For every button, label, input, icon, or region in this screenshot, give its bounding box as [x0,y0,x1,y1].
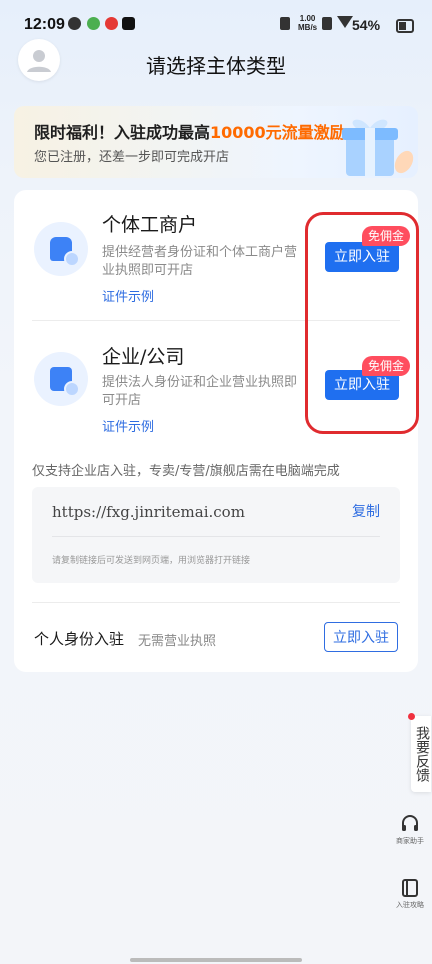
certificate-example-link[interactable]: 证件示例 [102,286,154,305]
divider [32,602,400,603]
merchant-url: https://fxg.jinritemai.com [52,503,245,521]
app-notification-icon [87,17,100,30]
feedback-button[interactable]: 我要反馈 [411,716,431,792]
weibo-icon [105,17,118,30]
gift-box-icon [342,119,414,176]
merchant-assistant-label: 商家助手 [396,837,424,845]
network-speed: 1.00 MB/s [298,14,317,32]
banner-title-highlight: 10000元流量激励 [210,123,346,142]
battery-percent: 54% [352,17,381,33]
network-speed-unit: MB/s [298,23,318,32]
status-time: 12:09 [24,16,65,33]
nfc-icon [322,17,332,30]
banner-subtitle: 您已注册，还差一步即可完成开店 [34,150,230,165]
url-box: https://fxg.jinritemai.com 复制 请复制链接后可发送到… [32,487,400,583]
banner-title: 限时福利！入驻成功最高10000元流量激励 [34,119,346,143]
option-title: 企业/公司 [102,346,185,368]
home-indicator[interactable] [130,958,302,962]
personal-entry-title: 个人身份入驻 [34,630,125,648]
option-description: 提供经营者身份证和个体工商户营业执照即可开店 [102,245,298,278]
entry-guide-button[interactable]: 入驻攻略 [390,876,430,916]
merchant-assistant-button[interactable]: 商家助手 [390,812,430,852]
battery-icon [396,19,414,33]
headset-icon [402,815,418,831]
personal-entry-subtitle: 无需营业执照 [138,634,217,649]
vibrate-icon [280,17,290,30]
notification-dot [408,713,415,720]
promo-banner[interactable]: 限时福利！入驻成功最高10000元流量激励 您已注册，还差一步即可完成开店 [14,106,418,178]
divider [52,536,380,537]
tiktok-icon [122,17,135,30]
entry-guide-label: 入驻攻略 [396,901,424,909]
copy-button[interactable]: 复制 [352,501,380,521]
option-title: 个体工商户 [102,214,198,236]
annotation-highlight-box [305,212,419,434]
page-title: 请选择主体类型 [146,54,286,78]
url-hint: 请复制链接后可发送到网页端，用浏览器打开链接 [52,556,251,566]
network-speed-value: 1.00 [299,14,316,23]
enterprise-note: 仅支持企业店入驻，专卖/专营/旗舰店需在电脑端完成 [32,464,340,479]
book-icon [402,879,418,897]
option-description: 提供法人身份证和企业营业执照即可开店 [102,375,298,408]
wifi-icon [337,16,353,28]
document-icon [34,352,88,406]
status-bar: 12:09 1.00 MB/s 54% [0,0,432,50]
banner-title-prefix: 限时福利！入驻成功最高 [34,123,211,142]
store-icon [34,222,88,276]
check-circle-icon [68,17,81,30]
certificate-example-link[interactable]: 证件示例 [102,416,154,435]
personal-apply-button[interactable]: 立即入驻 [324,622,398,652]
